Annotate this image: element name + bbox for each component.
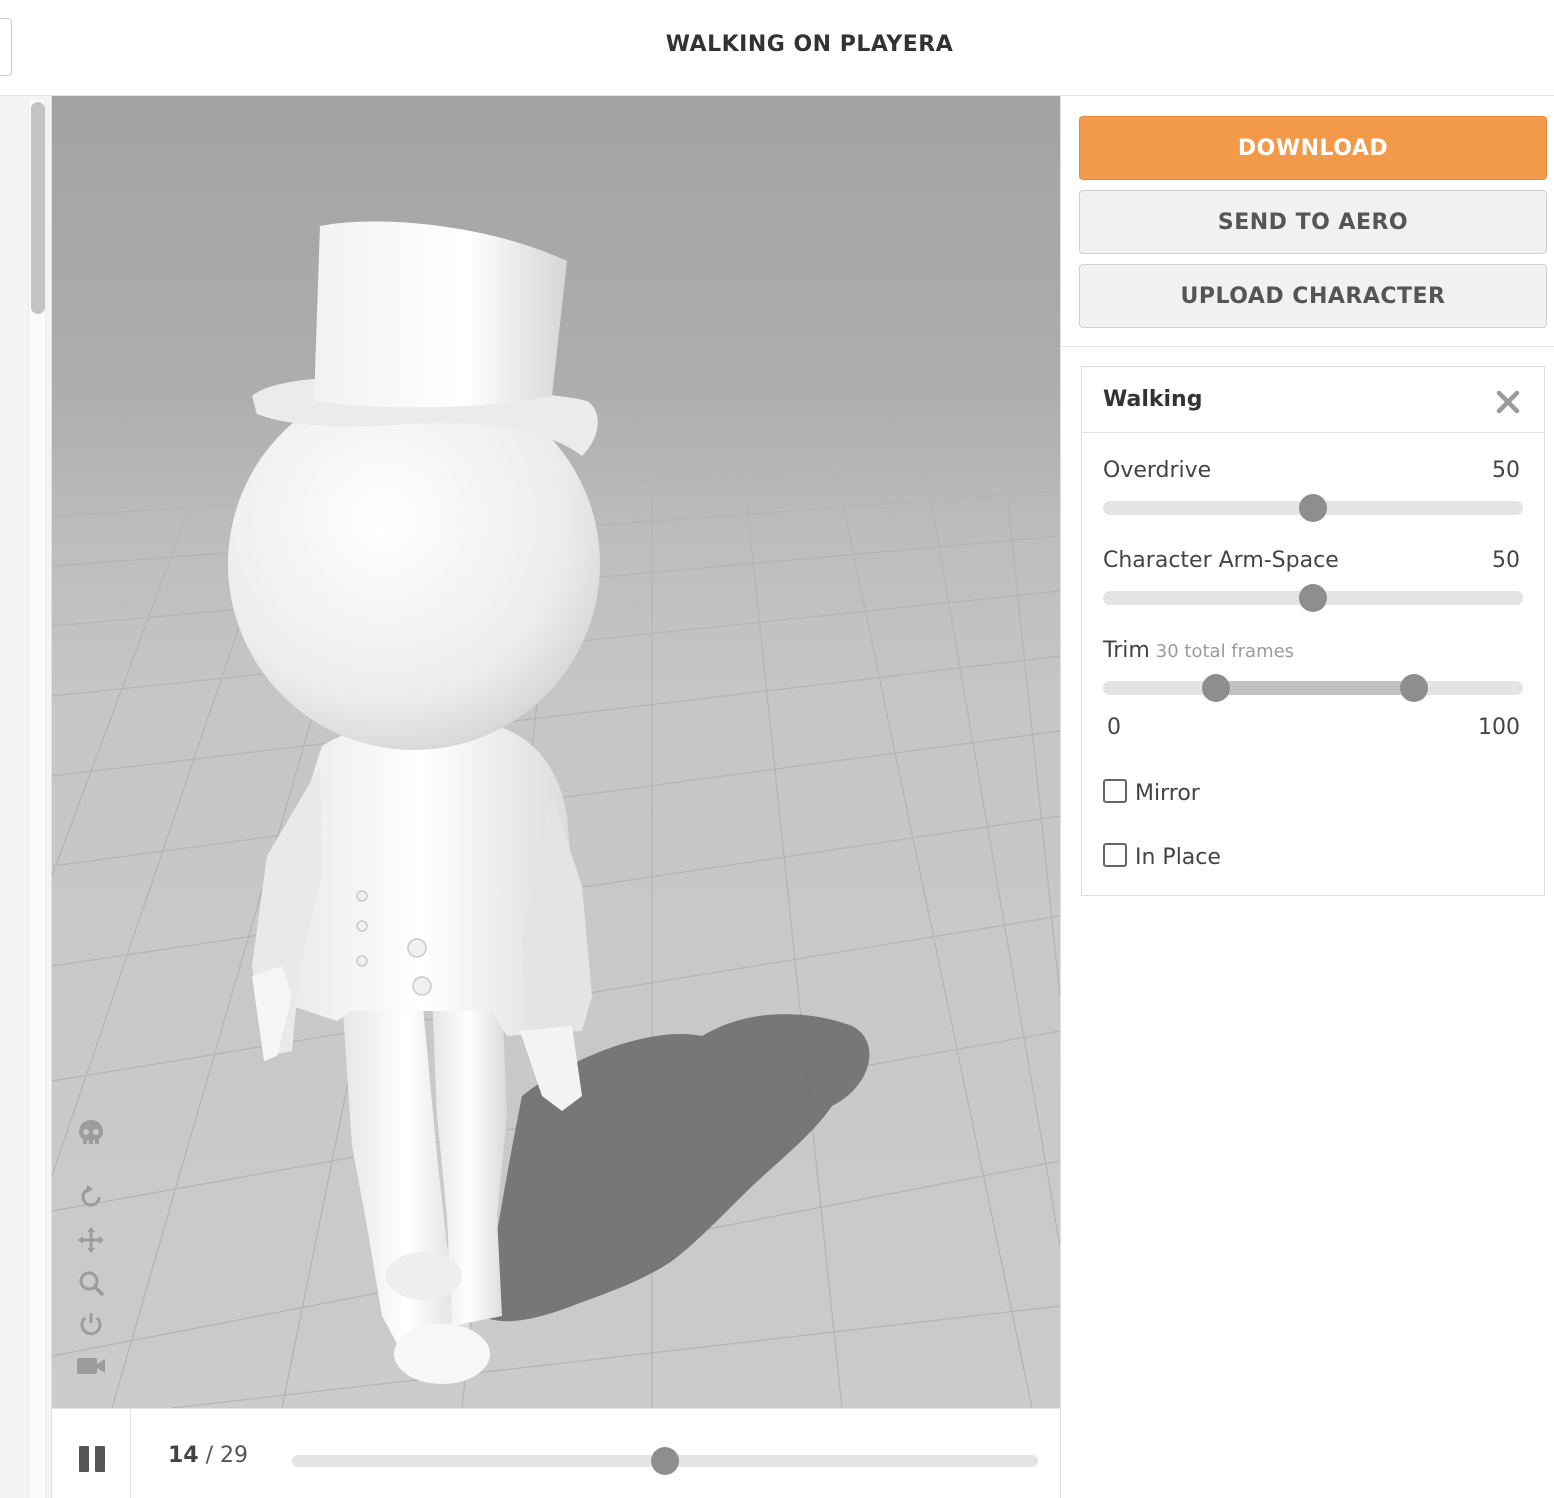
frame-separator: / bbox=[205, 1443, 214, 1468]
close-icon bbox=[1496, 390, 1520, 414]
timeline-slider-handle[interactable] bbox=[651, 1447, 679, 1475]
arm-space-slider[interactable] bbox=[1103, 584, 1523, 612]
skeleton-icon[interactable] bbox=[74, 1116, 108, 1150]
3d-viewport[interactable] bbox=[52, 96, 1060, 1408]
rotate-icon[interactable] bbox=[74, 1180, 108, 1214]
frame-counter: 14 / 29 bbox=[168, 1443, 248, 1468]
overdrive-value: 50 bbox=[1492, 458, 1520, 483]
trim-label: Trim bbox=[1103, 638, 1150, 663]
zoom-icon[interactable] bbox=[74, 1266, 108, 1300]
trim-end-handle[interactable] bbox=[1399, 674, 1428, 702]
pause-icon-bar-right bbox=[95, 1446, 105, 1472]
pan-icon[interactable] bbox=[74, 1223, 108, 1257]
overdrive-slider-handle[interactable] bbox=[1299, 494, 1327, 522]
playback-bar: 14 / 29 bbox=[52, 1408, 1060, 1498]
scene-render bbox=[52, 221, 1060, 1408]
left-top-box bbox=[0, 0, 52, 96]
sidebar-scrollbar-thumb[interactable] bbox=[31, 102, 45, 314]
in-place-checkbox[interactable] bbox=[1103, 842, 1127, 867]
character-left-foot bbox=[394, 1324, 490, 1384]
camera-icon[interactable] bbox=[74, 1349, 108, 1383]
upload-character-button[interactable]: UPLOAD CHARACTER bbox=[1079, 264, 1547, 328]
left-sidebar-strip bbox=[0, 0, 52, 1498]
mirror-label: Mirror bbox=[1135, 781, 1200, 806]
download-button[interactable]: DOWNLOAD bbox=[1079, 116, 1547, 180]
trim-min-label: 0 bbox=[1107, 715, 1121, 740]
trim-start-handle[interactable] bbox=[1202, 674, 1231, 702]
collapsed-tab[interactable] bbox=[0, 18, 12, 76]
character-right-foot bbox=[386, 1252, 462, 1300]
pause-button[interactable] bbox=[74, 1441, 110, 1477]
page-title: WALKING ON PLAYERA bbox=[665, 32, 954, 57]
trim-range-fill bbox=[1216, 681, 1414, 695]
arm-space-slider-handle[interactable] bbox=[1299, 584, 1327, 612]
card-header: Walking bbox=[1082, 367, 1544, 433]
hat-crown bbox=[314, 221, 567, 408]
trim-frames-note: 30 total frames bbox=[1155, 641, 1295, 662]
overdrive-label: Overdrive bbox=[1103, 458, 1212, 483]
overdrive-slider[interactable] bbox=[1103, 494, 1523, 522]
power-icon[interactable] bbox=[74, 1307, 108, 1341]
page-header: WALKING ON PLAYERA bbox=[52, 0, 1554, 96]
close-button[interactable] bbox=[1494, 388, 1522, 416]
mirror-checkbox[interactable] bbox=[1103, 778, 1127, 803]
panel-divider bbox=[1061, 346, 1554, 347]
in-place-option[interactable]: In Place bbox=[1103, 839, 1221, 870]
current-frame: 14 bbox=[168, 1443, 199, 1468]
in-place-label: In Place bbox=[1135, 845, 1221, 870]
total-frames: 29 bbox=[220, 1443, 249, 1468]
animation-settings-card: Walking Overdrive 50 Character Arm-Space… bbox=[1081, 366, 1545, 896]
playbar-divider bbox=[130, 1409, 131, 1498]
trim-label-row: Trim 30 total frames bbox=[1103, 638, 1294, 663]
arm-space-value: 50 bbox=[1492, 548, 1520, 573]
trim-range-slider[interactable] bbox=[1103, 674, 1523, 702]
timeline-slider[interactable] bbox=[292, 1447, 1038, 1475]
pause-icon-bar-left bbox=[79, 1446, 89, 1472]
trim-max-label: 100 bbox=[1478, 715, 1520, 740]
right-panel: DOWNLOAD SEND TO AERO UPLOAD CHARACTER W… bbox=[1060, 96, 1554, 1498]
mirror-option[interactable]: Mirror bbox=[1103, 775, 1200, 806]
animation-title: Walking bbox=[1103, 387, 1203, 412]
arm-space-label: Character Arm-Space bbox=[1103, 548, 1339, 573]
send-to-aero-button[interactable]: SEND TO AERO bbox=[1079, 190, 1547, 254]
